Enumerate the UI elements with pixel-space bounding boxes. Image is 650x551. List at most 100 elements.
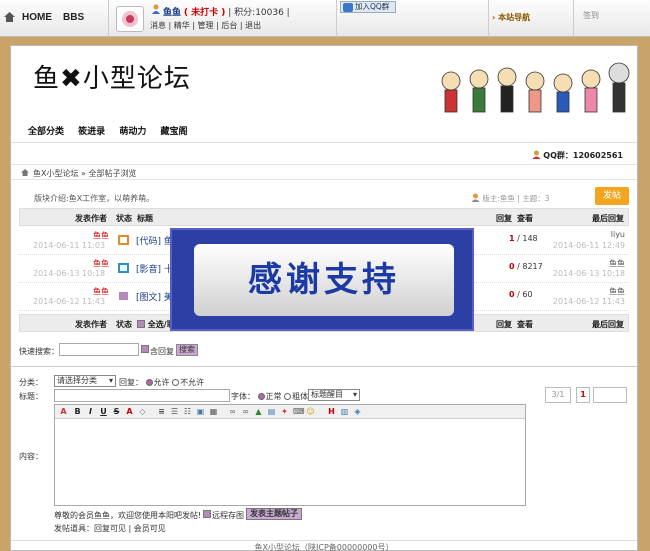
logo-part: 鱼 [33, 64, 61, 94]
font-color-icon[interactable]: A [59, 407, 68, 416]
thanks-overlay-banner: 感谢支持 [170, 228, 474, 331]
nav-item-4[interactable]: 藏宝阁 [160, 127, 187, 137]
col-view: 查看 [517, 320, 533, 329]
reply-permission: 回复： 允许 不允许 [119, 377, 204, 388]
bbs-link[interactable]: BBS [63, 12, 84, 23]
nav-item-2[interactable]: 筱进录 [78, 127, 105, 137]
row-date: 2014-06-11 11:03 [33, 241, 106, 250]
avatar[interactable] [116, 6, 144, 32]
new-post-button[interactable]: 发帖 [595, 187, 629, 205]
select-all-checkbox[interactable] [137, 320, 145, 328]
row-author[interactable]: 鱼鱼 [93, 286, 109, 297]
content-editor[interactable]: A B I U S A ◇ ≡ ☰ ☷ ▣ ▦ ∞ ∞ ▲ ▤ ✦ ⌨ ☺ H … [54, 404, 526, 506]
quick-search-input[interactable] [59, 343, 139, 356]
row-last-time: 2014-06-13 10:18 [552, 269, 625, 278]
col-title: 标题 [137, 214, 153, 223]
media-icon[interactable]: ▤ [267, 407, 276, 416]
flash-icon[interactable]: ✦ [280, 407, 289, 416]
row-counts: 0 / 8217 [509, 262, 543, 271]
main-nav: 全部分类 筱进录 萌动力 藏宝阁 [28, 124, 198, 137]
post-props[interactable]: 发帖道具：回复可见 | 会员可见 [54, 523, 166, 534]
category-select[interactable]: 请选择分类 [54, 375, 116, 387]
nav-item-all[interactable]: 全部分类 [28, 127, 64, 137]
normal-radio[interactable] [257, 393, 265, 400]
divider [11, 366, 637, 367]
row-replies: 1 [509, 234, 515, 243]
submit-post-button[interactable]: 发表主题帖子 [246, 508, 302, 520]
qq-group: QQ群：120602561 [532, 150, 623, 161]
signin-link[interactable]: 签到 [583, 10, 599, 21]
align-icon[interactable]: ≡ [157, 407, 166, 416]
checkin-status[interactable]: ( 未打卡 ) [184, 8, 226, 18]
board-intro: 版块介绍:鱼X工作室，以萌养萌。 [34, 194, 155, 203]
preview-icon[interactable]: ▥ [340, 407, 349, 416]
disallow-radio[interactable] [172, 379, 180, 386]
eraser-icon[interactable]: ◇ [138, 407, 147, 416]
site-guide-link[interactable]: › 本站导航 [492, 12, 530, 23]
code-icon[interactable]: ⌨ [293, 407, 305, 416]
title-style-select[interactable]: 标题醒目 [308, 389, 360, 401]
upload-icon[interactable]: ▲ [254, 407, 263, 416]
code-topic-icon [118, 235, 129, 245]
source-icon[interactable]: ◈ [353, 407, 362, 416]
row-views: / 60 [517, 290, 533, 299]
join-qq-label: 加入QQ群 [355, 2, 390, 11]
allow-radio[interactable] [145, 379, 153, 386]
italic-icon[interactable]: I [86, 407, 95, 416]
table-icon[interactable]: ▦ [209, 407, 218, 416]
include-replies-checkbox[interactable] [141, 345, 149, 353]
user-links[interactable]: 消息 | 精华 | 管理 | 后台 | 退出 [150, 20, 261, 31]
row-last-time: 2014-06-12 11:43 [552, 297, 625, 306]
underline-icon[interactable]: U [99, 407, 108, 416]
nav-item-3[interactable]: 萌动力 [119, 127, 146, 137]
breadcrumb-text[interactable]: 鱼X小型论坛 » 全部帖子浏览 [33, 169, 136, 178]
numbered-list-icon[interactable]: ☷ [183, 407, 192, 416]
site-logo[interactable]: 鱼✖小型论坛 [33, 58, 191, 95]
col-last-reply: 最后回复 [592, 214, 624, 223]
remote-image-checkbox[interactable] [203, 510, 211, 518]
smiley-icon[interactable]: ☺ [306, 407, 315, 416]
normal-label: 正常 [265, 392, 282, 401]
top-bar: HOME BBS 鱼鱼 ( 未打卡 ) | 积分:10036 | 消息 | 精华… [0, 0, 650, 37]
home-icon[interactable] [21, 169, 29, 176]
qq-group-number: QQ群：120602561 [543, 151, 623, 160]
link-icon[interactable]: ∞ [228, 407, 237, 416]
home-icon[interactable] [4, 12, 15, 22]
row-last-user[interactable]: 鱼鱼 [609, 258, 625, 269]
page-1-link[interactable]: 1 [576, 387, 590, 403]
col-reply: 回复 [496, 214, 512, 223]
bold-icon[interactable]: B [73, 407, 82, 416]
bold-radio[interactable] [284, 393, 292, 400]
join-qq-button[interactable]: 加入QQ群 [340, 1, 396, 13]
row-author[interactable]: 鱼鱼 [93, 230, 109, 241]
row-last-user[interactable]: liyu [611, 230, 625, 239]
title-label: 标题： [19, 392, 43, 401]
thanks-text: 感谢支持 [194, 244, 454, 316]
unlink-icon[interactable]: ∞ [241, 407, 250, 416]
footer: 鱼X小型论坛（陕ICP备00000000号） [11, 540, 637, 551]
list-icon[interactable]: ☰ [170, 407, 179, 416]
strikethrough-icon[interactable]: S [112, 407, 121, 416]
allow-label: 允许 [153, 378, 170, 387]
font-options: 字体： 正常 粗体 [231, 391, 308, 402]
home-link[interactable]: HOME [22, 12, 52, 23]
col-last-reply: 最后回复 [592, 320, 624, 329]
text-color-icon[interactable]: A [125, 407, 134, 416]
title-input[interactable] [54, 389, 230, 402]
bold-label: 粗体 [292, 392, 309, 401]
row-last-user[interactable]: 鱼鱼 [609, 286, 625, 297]
row-last-time: 2014-06-11 12:49 [552, 241, 625, 250]
user-info: 鱼鱼 ( 未打卡 ) | 积分:10036 | [163, 5, 290, 18]
user-name[interactable]: 鱼鱼 [163, 8, 181, 18]
page-jump-input[interactable] [593, 387, 627, 403]
quick-search-label: 快速搜索： [19, 347, 59, 356]
remote-image-label: 远程存图 [212, 511, 244, 520]
search-button[interactable]: 搜索 [176, 344, 198, 356]
row-counts: 1 / 148 [509, 234, 538, 243]
row-author[interactable]: 鱼鱼 [93, 258, 109, 269]
row-date: 2014-06-13 10:18 [33, 269, 106, 278]
image-icon[interactable]: ▣ [196, 407, 205, 416]
table-header: 发表作者 状态 标题 回复 查看 最后回复 [19, 208, 629, 226]
html-icon[interactable]: H [327, 407, 336, 416]
page-indicator: 3/1 [545, 387, 571, 403]
